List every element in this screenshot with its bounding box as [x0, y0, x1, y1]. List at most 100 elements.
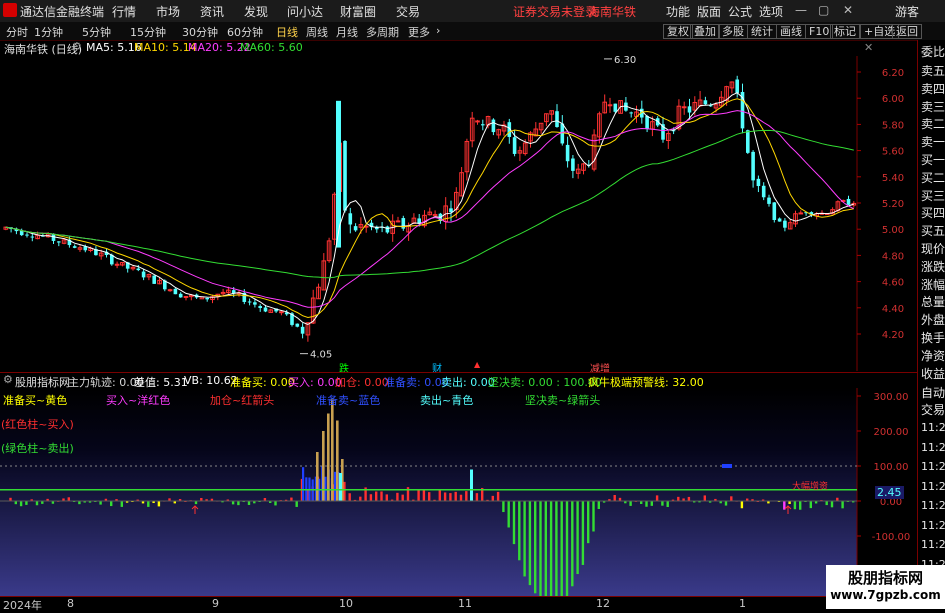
tab-30min[interactable]: 30分钟 — [182, 24, 218, 40]
pane-divider[interactable] — [0, 372, 917, 373]
chart-close-icon[interactable]: ✕ — [864, 41, 873, 54]
menu-ask[interactable]: 问小达 — [287, 3, 323, 20]
side-item-13[interactable]: 总量 — [921, 293, 945, 310]
menu-trade[interactable]: 交易 — [396, 3, 420, 20]
tab-intraday[interactable]: 分时 — [6, 24, 28, 40]
side-item-1[interactable]: 卖四 — [921, 80, 945, 97]
indicator-bar — [507, 501, 510, 528]
adjust-button[interactable]: 复权 — [663, 24, 693, 39]
stats-button[interactable]: 统计 — [747, 24, 777, 39]
back-button[interactable]: 返回 — [892, 24, 922, 39]
side-item-2[interactable]: 卖三 — [921, 98, 945, 115]
price-label: 6.20 — [882, 68, 904, 79]
side-item-7[interactable]: 买三 — [921, 187, 945, 204]
side-item-11[interactable]: 涨跌 — [921, 258, 945, 275]
indicator-bar — [465, 491, 468, 501]
menu-discover[interactable]: 发现 — [244, 3, 268, 20]
candlestick-chart[interactable]: 6.20 6.00 5.80 5.60 5.40 5.20 5.00 4.80 4.60 4.40… — [0, 56, 917, 371]
indicator-gear-icon[interactable]: ⚙ — [3, 373, 13, 386]
side-item-16[interactable]: 净资 — [921, 347, 945, 364]
gear-icon[interactable]: ⚙ — [72, 40, 82, 53]
side-item-3[interactable]: 卖二 — [921, 115, 945, 132]
candle-body — [565, 144, 570, 162]
tab-weekly[interactable]: 周线 — [306, 24, 328, 40]
indicator-bar — [740, 501, 744, 509]
stock-name: 海南华铁 — [588, 5, 637, 19]
legend-firm-sell: 坚决卖~绿箭头 — [525, 394, 601, 407]
side-item-14[interactable]: 外盘 — [921, 311, 945, 328]
tab-daily[interactable]: 日线 — [276, 24, 298, 40]
tab-monthly[interactable]: 月线 — [336, 24, 358, 40]
candle-body — [348, 213, 353, 225]
candle-body — [645, 116, 649, 130]
candle-body — [681, 106, 687, 109]
ind-axis-label: 100.00 — [874, 462, 909, 473]
tab-15min[interactable]: 15分钟 — [130, 24, 166, 40]
candle-body — [783, 220, 787, 228]
side-time-4: 11:29 — [921, 499, 945, 512]
indicator-bar — [491, 495, 494, 501]
menu-quotes[interactable]: 行情 — [112, 3, 136, 20]
side-item-6[interactable]: 买二 — [921, 169, 945, 186]
indicator-bar — [237, 501, 240, 506]
menu-function[interactable]: 功能 — [666, 3, 690, 20]
side-item-9[interactable]: 买五 — [921, 222, 945, 239]
legend-red-bar: (红色柱~买入) — [1, 418, 74, 431]
side-trade[interactable]: 交易 — [921, 401, 945, 418]
candle-body — [798, 212, 804, 215]
menu-formula[interactable]: 公式 — [728, 3, 752, 20]
login-status[interactable]: 证券交易未登录 — [513, 3, 597, 20]
price-label: 5.40 — [882, 173, 904, 184]
candle-body — [629, 112, 633, 114]
menu-market[interactable]: 市场 — [156, 3, 180, 20]
side-weibi[interactable]: 委比 — [921, 43, 945, 60]
side-item-5[interactable]: 买一 — [921, 151, 945, 168]
candle-body — [481, 124, 485, 126]
indicator-bar — [799, 501, 802, 510]
tab-60min[interactable]: 60分钟 — [227, 24, 263, 40]
side-item-4[interactable]: 卖一 — [921, 133, 945, 150]
indicator-bar — [295, 501, 298, 507]
maximize-icon[interactable]: ▢ — [818, 3, 829, 17]
side-time-6: 11:29 — [921, 538, 945, 551]
mark-button[interactable]: 标记 — [830, 24, 860, 39]
tab-1min[interactable]: 1分钟 — [34, 24, 63, 40]
indicator-bar — [571, 501, 574, 587]
guest-user[interactable]: 游客 — [895, 3, 919, 20]
multi-stock-button[interactable]: 多股 — [718, 24, 748, 39]
overlay-button[interactable]: 叠加 — [690, 24, 720, 39]
marker-up-arrow[interactable]: ▲ — [474, 360, 480, 369]
candle-body — [343, 140, 347, 211]
side-auto[interactable]: 自动 — [921, 384, 945, 401]
ind-axis-label: 200.00 — [874, 427, 909, 438]
side-item-0[interactable]: 卖五 — [921, 62, 945, 79]
draw-button[interactable]: 画线 — [776, 24, 806, 39]
tab-more[interactable]: 更多 — [408, 24, 430, 40]
indicator-bar — [666, 501, 669, 507]
indicator-bar — [19, 501, 23, 507]
close-icon[interactable]: ✕ — [843, 3, 853, 17]
indicator-bar — [518, 501, 521, 561]
indicator-bar — [401, 494, 404, 501]
candle-body — [607, 104, 613, 107]
side-item-8[interactable]: 买四 — [921, 204, 945, 221]
app-title: 通达信金融终端 — [20, 5, 105, 19]
side-item-15[interactable]: 换手 — [921, 329, 945, 346]
minimize-icon[interactable]: — — [795, 3, 807, 17]
event-markers: 跌 财 ▲ 减增 — [0, 360, 857, 375]
menu-options[interactable]: 选项 — [759, 3, 783, 20]
current-value-badge: 2.45 — [875, 486, 904, 499]
tab-5min[interactable]: 5分钟 — [82, 24, 111, 40]
sell-bar — [470, 469, 473, 501]
chevron-down-icon[interactable]: › — [436, 24, 440, 37]
side-item-17[interactable]: 收益 — [921, 365, 945, 382]
side-item-12[interactable]: 涨幅 — [921, 276, 945, 293]
tab-multi[interactable]: 多周期 — [366, 24, 399, 40]
side-item-10[interactable]: 现价 — [921, 240, 945, 257]
menu-wealth[interactable]: 财富圈 — [340, 3, 376, 20]
candle-body — [279, 311, 284, 314]
quote-side-panel: 委比 卖五 卖四 卖三 卖二 卖一 买一 买二 买三 买四 买五 现价 涨跌 涨幅 总量 外盘 换手 净资 收益 … — [917, 40, 945, 609]
menu-layout[interactable]: 版面 — [697, 3, 721, 20]
candle-body — [353, 226, 358, 231]
menu-news[interactable]: 资讯 — [200, 3, 224, 20]
